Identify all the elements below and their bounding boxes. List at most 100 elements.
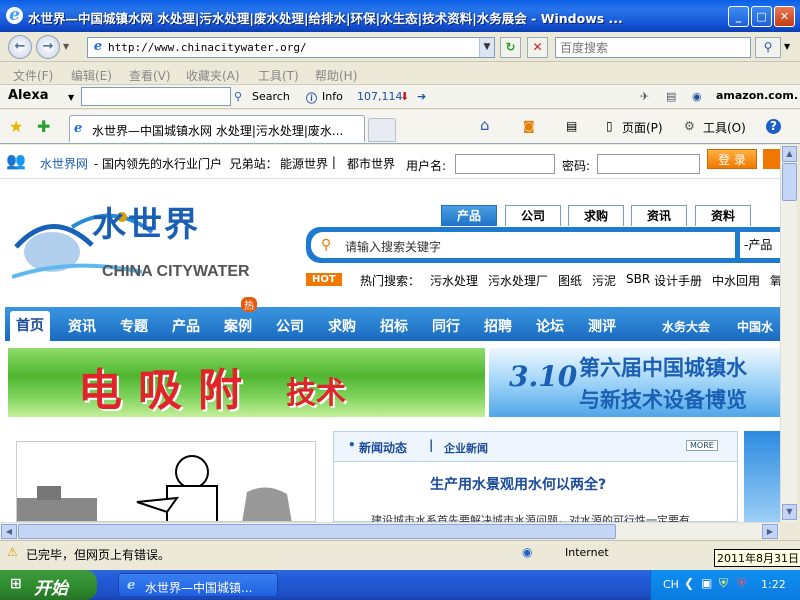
menu-tools[interactable]: 工具(T) (258, 67, 299, 84)
nav-topics[interactable]: 专题 (120, 316, 148, 336)
banner-expo[interactable]: 3.10 第六届中国城镇水 与新技术设备博览 (489, 348, 780, 417)
page-menu[interactable]: 页面(P) (622, 119, 663, 136)
amazon-link[interactable]: amazon.com. (716, 89, 798, 102)
alexa-search-input[interactable] (81, 87, 231, 106)
security-shield-icon[interactable]: ⛨ (719, 576, 728, 591)
back-button[interactable]: ← (8, 35, 32, 59)
nav-companies[interactable]: 公司 (276, 316, 304, 336)
news-tab-enterprise[interactable]: 企业新闻 (444, 440, 488, 456)
stop-icon[interactable]: ✕ (527, 37, 548, 58)
nav-cases[interactable]: 案例 (224, 316, 252, 336)
horizontal-scrollbar[interactable]: ◀ ▶ (0, 522, 780, 539)
site-search-field[interactable]: ⚲ 请输入搜索关键字 (311, 232, 735, 258)
hot-term-2[interactable]: 污水处理厂 (488, 272, 548, 289)
forward-button[interactable]: → (36, 35, 60, 59)
hot-term-5[interactable]: SBR (626, 272, 650, 286)
hot-term-1[interactable]: 污水处理 (430, 272, 478, 289)
menu-help[interactable]: 帮助(H) (315, 67, 357, 84)
search-icon[interactable]: ⚲ (755, 37, 781, 58)
menu-favorites[interactable]: 收藏夹(A) (186, 67, 240, 84)
nav-reviews[interactable]: 测评 (588, 316, 616, 336)
nav-home[interactable]: 首页 (10, 311, 50, 341)
clock[interactable]: 1:22 (761, 578, 786, 591)
nav-tenders[interactable]: 招标 (380, 316, 408, 336)
tray-expand-icon[interactable]: ❮ (684, 576, 694, 590)
url-input[interactable] (108, 40, 468, 55)
sister-site-city[interactable]: 都市世界 (347, 155, 395, 172)
start-button[interactable]: ⊞ 开始 (0, 570, 97, 600)
scroll-up-icon[interactable]: ▲ (782, 146, 797, 162)
sister-site-energy[interactable]: 能源世界 (280, 155, 328, 172)
header-tab-materials[interactable]: 资料 (695, 205, 751, 226)
hot-term-6[interactable]: 设计手册 (654, 272, 702, 289)
feeds-icon[interactable]: ◙ (523, 119, 535, 133)
news-headline[interactable]: 生产用水景观用水何以两全? (430, 474, 606, 494)
alexa-search-button[interactable]: Search (252, 90, 290, 103)
help-button[interactable]: ? (766, 119, 781, 134)
print-icon[interactable]: ▤ (566, 119, 577, 133)
side-ad[interactable] (744, 431, 780, 522)
password-field[interactable] (597, 154, 700, 174)
tab-active[interactable]: e 水世界—中国城镇水网 水处理|污水处理|废水... (69, 115, 365, 142)
menu-edit[interactable]: 编辑(E) (71, 67, 112, 84)
menu-view[interactable]: 查看(V) (129, 67, 171, 84)
header-tab-news[interactable]: 资讯 (631, 205, 687, 226)
vertical-scrollbar[interactable]: ▲ ▼ (780, 145, 797, 522)
history-dropdown-icon[interactable]: ▼ (63, 42, 69, 51)
search-box[interactable] (555, 37, 751, 58)
alexa-logo[interactable]: Alexa (8, 88, 49, 103)
alexa-menu-icon[interactable]: ▼ (68, 93, 74, 102)
menu-file[interactable]: 文件(F) (13, 67, 53, 84)
news-more-button[interactable]: MORE (686, 440, 718, 451)
search-input[interactable] (556, 38, 746, 57)
alexa-info-button[interactable]: Info (322, 90, 343, 103)
scroll-left-icon[interactable]: ◀ (1, 524, 17, 539)
maximize-button[interactable]: □ (751, 6, 772, 27)
banner-electrosorption[interactable]: 电吸附 技术 (8, 348, 485, 417)
favorites-star-icon[interactable]: ★ (9, 117, 23, 136)
language-indicator[interactable]: CH (663, 578, 679, 591)
address-field[interactable]: e ▼ (87, 37, 495, 58)
header-tab-purchase[interactable]: 求购 (568, 205, 624, 226)
site-logo[interactable]: 水世界 CHINA CITYWATER (11, 197, 262, 287)
news-tab-dynamics[interactable]: 新闻动态 (359, 439, 407, 456)
window-title-bar[interactable]: e 水世界—中国城镇水网 水处理|污水处理|废水处理|给排水|环保|水生态|技术… (0, 0, 800, 32)
news-cartoon[interactable] (16, 441, 316, 522)
hot-term-3[interactable]: 图纸 (558, 272, 582, 289)
network-icon[interactable]: ▣ (701, 576, 712, 590)
antivirus-icon[interactable]: ⛨ (737, 576, 746, 591)
hot-term-4[interactable]: 污泥 (592, 272, 616, 289)
header-tab-products[interactable]: 产品 (441, 205, 497, 226)
nav-jobs[interactable]: 招聘 (484, 316, 512, 336)
pin-icon[interactable]: ✈ (640, 90, 649, 103)
tools-menu[interactable]: 工具(O) (703, 119, 746, 136)
taskbar-ie-window[interactable]: e 水世界—中国城镇... (118, 573, 278, 597)
alexa-redirect-icon[interactable]: ➔ (417, 90, 426, 103)
home-icon[interactable]: ⌂ (480, 116, 490, 134)
username-field[interactable] (455, 154, 555, 174)
hot-term-8[interactable]: 氧 (770, 272, 780, 289)
minimize-button[interactable]: _ (728, 6, 749, 27)
horizontal-scroll-thumb[interactable] (18, 524, 616, 539)
add-favorite-icon[interactable]: ✚ (37, 117, 50, 136)
register-button[interactable] (763, 149, 780, 169)
scroll-down-icon[interactable]: ▼ (782, 504, 797, 520)
new-tab-button[interactable] (368, 118, 396, 142)
close-button[interactable]: ✕ (774, 6, 795, 27)
nav-products[interactable]: 产品 (172, 316, 200, 336)
address-dropdown-icon[interactable]: ▼ (479, 38, 494, 57)
hot-term-7[interactable]: 中水回用 (712, 272, 760, 289)
nav-news[interactable]: 资讯 (68, 316, 96, 336)
print-alexa-icon[interactable]: ▤ (666, 90, 676, 103)
refresh-icon[interactable]: ↻ (500, 37, 521, 58)
login-button[interactable]: 登 录 (707, 149, 757, 169)
header-tab-companies[interactable]: 公司 (505, 205, 561, 226)
search-options-icon[interactable]: ▼ (784, 42, 790, 51)
nav-water-conference[interactable]: 水务大会 (662, 318, 710, 335)
globe-icon[interactable]: ◉ (692, 90, 702, 103)
nav-forum[interactable]: 论坛 (536, 316, 564, 336)
vertical-scroll-thumb[interactable] (782, 163, 797, 201)
search-category-select[interactable]: -产品 (740, 232, 780, 258)
scroll-right-icon[interactable]: ▶ (762, 524, 778, 539)
nav-peers[interactable]: 同行 (432, 316, 460, 336)
